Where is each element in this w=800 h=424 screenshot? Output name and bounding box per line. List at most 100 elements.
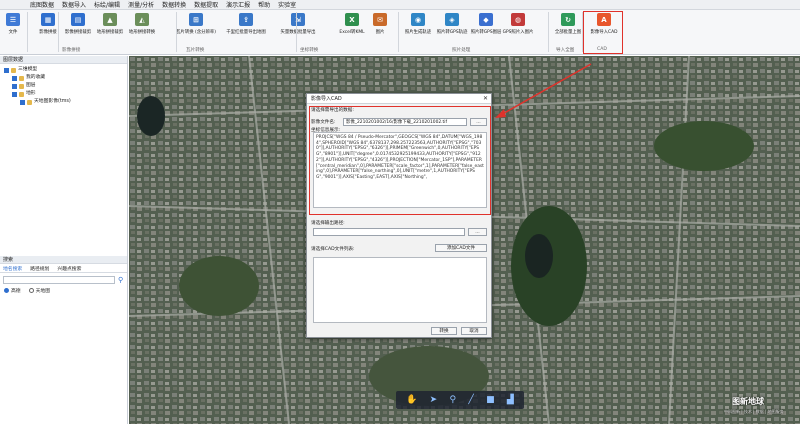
output-path-field[interactable] [313, 228, 465, 236]
ribbon-button-label: 照片转GPS轨迹 [436, 30, 468, 35]
ribbon-button-label: 矢量数据批量导出 [280, 30, 316, 35]
ribbon-toolbar: ☰ 文件 ▦ 影像拼接 ▤ 影像拼接裁剪 ▲ 地形拼接裁剪 ◭ 地形拼接转换 ⊞ 瓦片转换 (含分… [0, 10, 800, 55]
ribbon-icon: ⇲ [291, 13, 305, 26]
ribbon-icon: ◈ [445, 13, 459, 26]
ribbon-icon: ⊞ [189, 13, 203, 26]
radio-label: 天地图 [35, 289, 51, 294]
ribbon-button[interactable]: ⇪ 千里红批量导出地图 [226, 13, 266, 35]
radio-gaode[interactable]: 高德 [4, 287, 21, 294]
polygon-icon[interactable]: ■ [486, 395, 495, 405]
ribbon-button[interactable]: ✉ 图片 [364, 13, 396, 35]
menu-item[interactable]: 演示汇报 [226, 0, 250, 9]
tree-item-label: 三维模型 [18, 67, 38, 72]
checkbox-icon[interactable] [12, 75, 17, 81]
map-toolbar: ✋ ➤ ⚲ ╱ ■ ▟ [396, 391, 524, 409]
tree-item[interactable]: 图层 [0, 82, 127, 90]
ribbon-icon: X [345, 13, 359, 26]
menu-item[interactable]: 帮助 [258, 0, 270, 9]
checkbox-icon[interactable] [4, 67, 9, 73]
tab-place-search[interactable]: 地名搜索 [3, 265, 22, 272]
tree-item[interactable]: 我的收藏 [0, 74, 127, 82]
ribbon-button[interactable]: ◍ GPS照片入图片 [502, 13, 534, 35]
tab-route[interactable]: 路径规划 [30, 265, 49, 272]
ribbon-button[interactable]: ▤ 影像拼接裁剪 [62, 13, 94, 35]
ribbon-button-label: 瓦片转换 (含分辨率) [176, 30, 216, 35]
file-label: 文件 [8, 30, 18, 35]
tree-item[interactable]: 地形 [0, 90, 127, 98]
dialog-title: 影像导入CAD [311, 96, 342, 102]
highlight-box [309, 106, 491, 215]
menu-item[interactable]: 标绘/编辑 [94, 0, 120, 9]
search-icon[interactable]: ⚲ [118, 276, 123, 284]
ribbon-button-label: 影像拼接 [39, 30, 57, 35]
checkbox-icon[interactable] [20, 99, 25, 105]
dialog-titlebar: 影像导入CAD ✕ [307, 94, 491, 104]
tree-item[interactable]: 天地图影像(tms) [0, 98, 127, 106]
ribbon-icon: ✉ [373, 13, 387, 26]
ribbon-button[interactable]: ◉ 照片生成轨迹 [402, 13, 434, 35]
ribbon-button[interactable]: ▦ 影像拼接 [32, 13, 64, 35]
ribbon-separator [548, 12, 549, 52]
tree-item[interactable]: 三维模型 [0, 66, 127, 74]
ribbon-icon: ▲ [103, 13, 117, 26]
provider-radios: 高德 天地图 [0, 287, 127, 294]
checkbox-icon[interactable] [12, 83, 17, 89]
ribbon-separator [27, 12, 28, 52]
pin-icon[interactable]: ⚲ [450, 395, 457, 405]
menu-item[interactable]: 数据提取 [194, 0, 218, 9]
ribbon-button-label: 地形拼接裁剪 [96, 30, 124, 35]
ribbon-button-label: 照片生成轨迹 [404, 30, 432, 35]
cad-file-list[interactable] [313, 257, 487, 323]
line-icon[interactable]: ╱ [468, 395, 473, 405]
ribbon-separator [296, 12, 297, 52]
ribbon-icon: ◆ [479, 13, 493, 26]
radio-dot-icon [28, 288, 34, 293]
ribbon-button-label: GPS照片入图片 [502, 30, 534, 35]
menu-item[interactable]: 数据转换 [162, 0, 186, 9]
close-icon[interactable]: ✕ [483, 94, 488, 104]
layer-panel-header: 图层数据 [0, 56, 127, 64]
pan-hand-icon[interactable]: ✋ [406, 395, 417, 405]
browse-output-button[interactable]: ... [468, 228, 487, 236]
radio-label: 高德 [11, 289, 21, 294]
cancel-button[interactable]: 取消 [461, 327, 487, 335]
ribbon-button-label: 图片 [375, 30, 385, 35]
ribbon-icon: ◭ [135, 13, 149, 26]
radio-dot-icon [4, 288, 9, 293]
ribbon-button[interactable]: ⊞ 瓦片转换 (含分辨率) [176, 13, 216, 35]
ribbon-separator [58, 12, 59, 52]
menu-item[interactable]: 底图数据 [30, 0, 54, 9]
ribbon-button[interactable]: ◈ 照片转GPS轨迹 [436, 13, 468, 35]
output-path-label: 请选择输出路径: [311, 221, 345, 226]
ribbon-button-label: 全部批量上图 [554, 30, 582, 35]
menu-item[interactable]: 数据导入 [62, 0, 86, 9]
search-input[interactable] [3, 276, 115, 284]
folder-icon [19, 91, 24, 97]
select-arrow-icon[interactable]: ➤ [430, 395, 438, 405]
file-icon: ☰ [6, 13, 20, 26]
chart-icon[interactable]: ▟ [507, 395, 514, 405]
folder-icon [19, 75, 24, 81]
ribbon-button[interactable]: ▲ 地形拼接裁剪 [94, 13, 126, 35]
file-button[interactable]: ☰ 文件 [0, 13, 26, 35]
radio-tianditu[interactable]: 天地图 [28, 287, 51, 294]
tab-poi[interactable]: 兴趣点搜索 [57, 265, 81, 272]
menu-item[interactable]: 测量/分析 [128, 0, 154, 9]
group-label: 导入全图 [556, 48, 575, 53]
convert-button[interactable]: 转换 [431, 327, 457, 335]
ribbon-button-label: 地形拼接转换 [128, 30, 156, 35]
checkbox-icon[interactable] [12, 91, 17, 97]
ribbon-button[interactable]: ⇲ 矢量数据批量导出 [280, 13, 316, 35]
add-cad-file-button[interactable]: 添加CAD文件 [435, 244, 487, 252]
ribbon-button[interactable]: ◆ 照片转GPS图层 [470, 13, 502, 35]
cad-highlight-box [583, 11, 623, 54]
ribbon-button[interactable]: ◭ 地形拼接转换 [126, 13, 158, 35]
ribbon-button[interactable]: ↻ 全部批量上图 [552, 13, 584, 35]
brand-logo-text: 图新地球 [732, 397, 764, 406]
ribbon-button-label: 影像拼接裁剪 [64, 30, 92, 35]
search-header: 搜索 [0, 256, 127, 264]
search-tabs: 地名搜索 路径规划 兴趣点搜索 [0, 264, 127, 273]
ribbon-separator [398, 12, 399, 52]
group-label: 影像拼接 [62, 48, 81, 53]
menu-item[interactable]: 实验室 [278, 0, 296, 9]
